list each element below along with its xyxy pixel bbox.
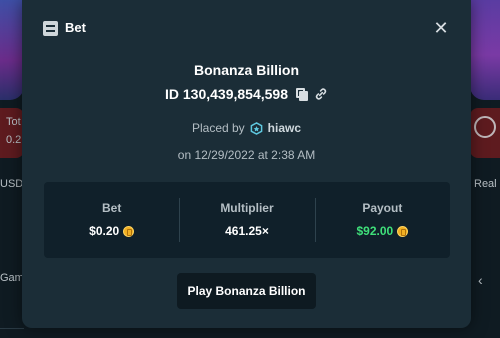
modal-title: Bet (65, 20, 86, 35)
username-link[interactable]: hiawc (268, 121, 301, 135)
background-text: USD (0, 178, 24, 190)
placed-by-label: Placed by (191, 121, 245, 135)
multiplier-label: Multiplier (220, 201, 274, 215)
vip-rank-icon (250, 121, 263, 135)
background-banner-left (0, 0, 24, 100)
background-banner-right (470, 0, 500, 100)
modal-header: Bet ✕ (22, 0, 471, 54)
payout-label: Payout (362, 201, 403, 215)
bet-date: on 12/29/2022 at 2:38 AM (177, 148, 316, 162)
coin-icon (123, 225, 135, 237)
placed-by-row: Placed by hiawc (22, 121, 471, 135)
background-text: Gam (0, 272, 24, 284)
bet-id: ID 130,439,854,598 (165, 86, 288, 102)
replay-icon (474, 116, 496, 138)
bet-stats-panel: Bet $0.20 Multiplier 461.25× Payout $92.… (44, 182, 450, 258)
payout-value-row: $92.00 (356, 224, 409, 238)
chevron-left-icon: ‹ (478, 272, 483, 288)
bet-slip-icon (43, 21, 58, 36)
copy-icon[interactable] (296, 87, 308, 101)
close-icon[interactable]: ✕ (431, 18, 451, 38)
background-text: Real (474, 178, 497, 190)
bet-stat: Bet $0.20 (44, 182, 179, 258)
multiplier-stat: Multiplier 461.25× (179, 182, 314, 258)
bet-value-row: $0.20 (89, 224, 135, 238)
background-text: Tot (6, 116, 21, 128)
payout-stat: Payout $92.00 (314, 182, 450, 258)
background-text: 0.2 (6, 134, 22, 146)
bet-label: Bet (101, 201, 122, 215)
game-title: Bonanza Billion (194, 62, 299, 78)
play-game-button[interactable]: Play Bonanza Billion (177, 273, 316, 309)
bet-value: $0.20 (89, 224, 120, 238)
link-icon[interactable] (314, 87, 328, 101)
bet-details-modal: Bet ✕ Bonanza Billion ID 130,439,854,598… (22, 0, 471, 328)
multiplier-value: 461.25× (225, 224, 269, 238)
payout-value: $92.00 (356, 224, 394, 238)
bet-id-row: ID 130,439,854,598 (22, 86, 471, 102)
coin-icon (397, 225, 409, 237)
divider (0, 328, 24, 329)
